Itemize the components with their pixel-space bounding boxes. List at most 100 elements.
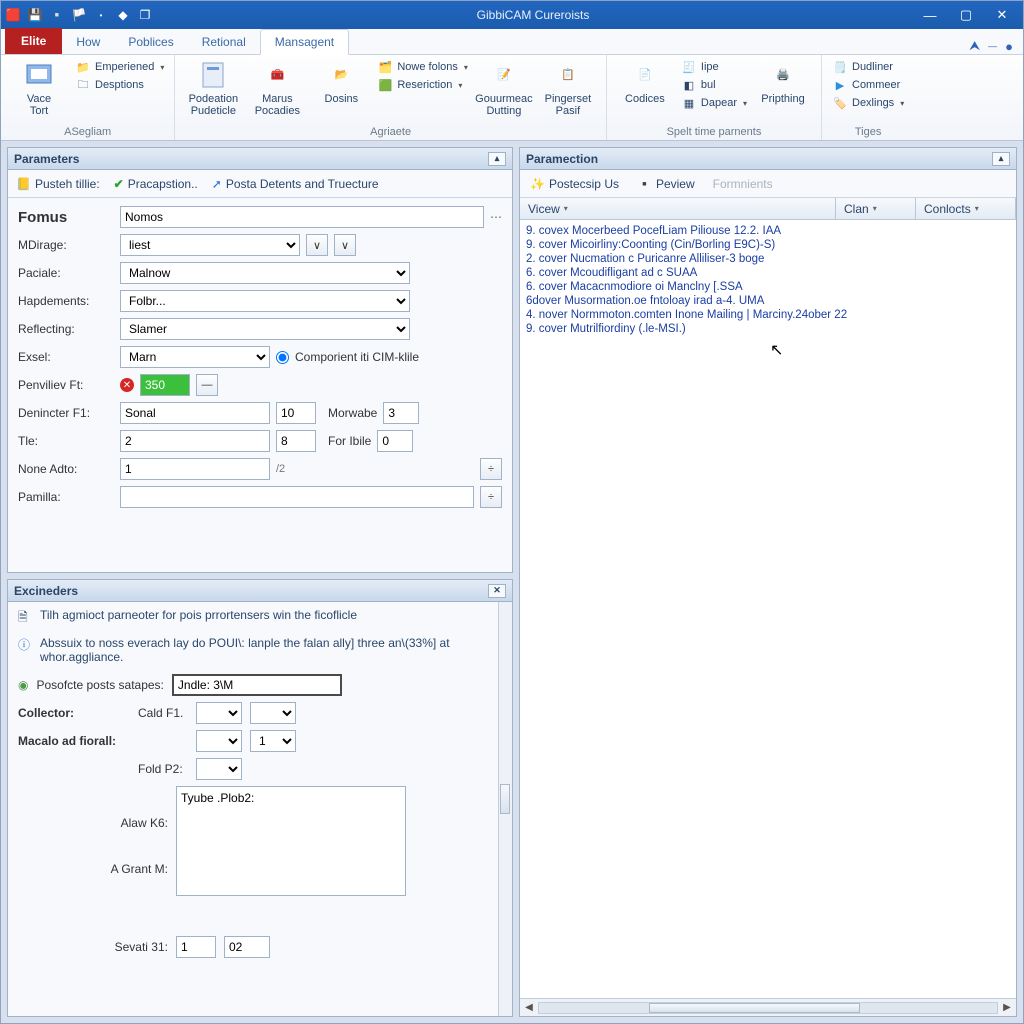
ribbon-bul-button[interactable]: ◧bul	[681, 77, 747, 93]
morwabe-input[interactable]	[383, 402, 419, 424]
excineders-scrollbar[interactable]	[498, 602, 512, 1016]
rtab-formnients[interactable]: Formnients	[713, 177, 773, 191]
paciale-select[interactable]: Malnow	[120, 262, 410, 284]
hapdements-select[interactable]: Folbr...	[120, 290, 410, 312]
list-item[interactable]: 2. cover Nucmation c Puricanre Alliliser…	[526, 252, 1010, 266]
ribbon-reseriction-button[interactable]: 🟩Reseriction	[377, 77, 468, 93]
paramtab-posta[interactable]: ➚Posta Detents and Truecture	[212, 177, 379, 191]
ribbon-vace-tort-button[interactable]: Vace Tort	[11, 59, 67, 117]
collapse-button[interactable]: ▴	[992, 152, 1010, 166]
minimize-button[interactable]: —	[913, 5, 947, 25]
sevati-input1[interactable]	[176, 936, 216, 958]
ribbon-dexlings-button[interactable]: 🏷️Dexlings	[832, 95, 904, 111]
reflecting-select[interactable]: Slamer	[120, 318, 410, 340]
rtab-postecsip[interactable]: ✨Postecsip Us	[530, 177, 619, 191]
penviliev-step[interactable]: —	[196, 374, 218, 396]
ribbon-tab-poblices[interactable]: Poblices	[114, 30, 187, 54]
alaw-textarea[interactable]: Tyube .Plob2:	[176, 786, 406, 896]
qat-dot-icon[interactable]: •	[93, 7, 109, 23]
qat-copy-icon[interactable]: ❐	[137, 7, 153, 23]
qat-save-icon[interactable]: 💾	[27, 7, 43, 23]
qat-app-icon: 🟥	[5, 7, 21, 23]
qat-gem-icon[interactable]: ◆	[115, 7, 131, 23]
fold-select[interactable]	[196, 758, 242, 780]
fomus-more-icon[interactable]: ⋯	[490, 210, 502, 224]
close-panel-button[interactable]: ✕	[488, 584, 506, 598]
preview-icon: ▪️	[637, 177, 652, 191]
scroll-thumb[interactable]	[649, 1003, 860, 1013]
ribbon-tab-retional[interactable]: Retional	[188, 30, 260, 54]
ribbon-tab-mansagent[interactable]: Mansagent	[260, 29, 349, 55]
list-item[interactable]: 4. nover Normmoton.comten Inone Mailing …	[526, 308, 1010, 322]
scroll-right-icon[interactable]: ▶	[998, 1002, 1016, 1013]
ribbon-dapear-button[interactable]: ▦Dapear	[681, 95, 747, 111]
ribbon-dosins-button[interactable]: 📂Dosins	[313, 59, 369, 105]
vace-tort-icon	[23, 59, 55, 91]
cald-select2[interactable]	[250, 702, 296, 724]
qat-flag-icon[interactable]: 🏳️	[71, 7, 87, 23]
noneadto-input[interactable]	[120, 458, 270, 480]
mdirage-select[interactable]: liest	[120, 234, 300, 256]
exsel-radio[interactable]	[276, 351, 289, 364]
horizontal-scrollbar[interactable]: ◀ ▶	[520, 998, 1016, 1016]
paramtab-pusteh[interactable]: 📒Pusteh tillie:	[16, 177, 100, 191]
list-item[interactable]: 9. cover Micoirliny:Coonting (Cin/Borlin…	[526, 238, 1010, 252]
sevati-input2[interactable]	[224, 936, 270, 958]
posofcte-input[interactable]	[172, 674, 342, 696]
ribbon-tab-how[interactable]: How	[62, 30, 114, 54]
pamilla-input[interactable]	[120, 486, 474, 508]
list-item[interactable]: 6. cover Mcoudifligant ad c SUAA	[526, 266, 1010, 280]
ribbon-min-icon[interactable]: —	[988, 41, 997, 51]
col-clan[interactable]: Clan	[836, 198, 916, 219]
ribbon-podeation-button[interactable]: PodeationPudeticle	[185, 59, 241, 117]
ribbon-nowefolons-button[interactable]: 🗂️Nowe folons	[377, 59, 468, 75]
col-conlocts[interactable]: Conlocts	[916, 198, 1016, 219]
ribbon-gouurmeac-button[interactable]: 📝GouurmeacDutting	[476, 59, 532, 117]
ribbon-pripthing-button[interactable]: 🖨️Pripthing	[755, 59, 811, 105]
tle-input1[interactable]	[120, 430, 270, 452]
scroll-left-icon[interactable]: ◀	[520, 1002, 538, 1013]
rtab-peview[interactable]: ▪️Peview	[637, 177, 695, 191]
ribbon-tab-file[interactable]: Elite	[5, 28, 62, 54]
macalo-select2[interactable]: 1	[250, 730, 296, 752]
qat-doc-icon[interactable]: ▫️	[49, 7, 65, 23]
col-vicew[interactable]: Vicew	[520, 198, 836, 219]
ribbon-dudliner-button[interactable]: 🗒️Dudliner	[832, 59, 904, 75]
ribbon-pingerset-button[interactable]: 📋PingersetPasif	[540, 59, 596, 117]
list-item[interactable]: 6. cover Macacnmodiore oi Manclny [.SSA	[526, 280, 1010, 294]
list-item[interactable]: 9. covex Mocerbeed PocefLiam Piliouse 12…	[526, 224, 1010, 238]
fomus-input[interactable]	[120, 206, 484, 228]
ribbon-user-icon[interactable]: ⮝	[969, 38, 980, 54]
fold-label: Fold P2:	[138, 762, 188, 776]
forible-input[interactable]	[377, 430, 413, 452]
denincter-input1[interactable]	[120, 402, 270, 424]
print-icon: 🖨️	[767, 59, 799, 91]
list-item[interactable]: 6dover Musormation.oe fntoloay irad a-4.…	[526, 294, 1010, 308]
note-icon: 📒	[16, 177, 31, 191]
ribbon-emperiened-button[interactable]: 📁Emperiened	[75, 59, 164, 75]
ribbon-marus-button[interactable]: 🧰MarusPocadies	[249, 59, 305, 117]
collapse-button[interactable]: ▴	[488, 152, 506, 166]
mdirage-extra2[interactable]: ∨	[334, 234, 356, 256]
noneadto-step[interactable]: ÷	[480, 458, 502, 480]
mdirage-extra1[interactable]: ∨	[306, 234, 328, 256]
exsel-checkbox-label: Comporient iti CIM-klile	[295, 350, 419, 364]
pamilla-step[interactable]: ÷	[480, 486, 502, 508]
paramtab-pracapstion[interactable]: ✔Pracapstion..	[114, 177, 198, 191]
ribbon-iipe-button[interactable]: 🧾Iipe	[681, 59, 747, 75]
tle-input2[interactable]	[276, 430, 316, 452]
maximize-button[interactable]: ▢	[949, 5, 983, 25]
list-item[interactable]: 9. cover Mutrilfiordiny (.le-MSI.)	[526, 322, 1010, 336]
ribbon-commeer-button[interactable]: ▶Commeer	[832, 77, 904, 93]
macalo-select1[interactable]	[196, 730, 242, 752]
ribbon-help-icon[interactable]: ●	[1005, 39, 1013, 54]
close-button[interactable]: ✕	[985, 5, 1019, 25]
ribbon-codices-button[interactable]: 📄Codices	[617, 59, 673, 105]
exsel-select[interactable]: Marn	[120, 346, 270, 368]
results-list[interactable]: 9. covex Mocerbeed PocefLiam Piliouse 12…	[520, 220, 1016, 998]
cald-select1[interactable]	[196, 702, 242, 724]
penviliev-input[interactable]	[140, 374, 190, 396]
ribbon-desptions-button[interactable]: 🗀Desptions	[75, 77, 164, 93]
ribbon-group-spelt: 📄Codices 🧾Iipe ◧bul ▦Dapear 🖨️Pripthing …	[607, 55, 822, 140]
denincter-input2[interactable]	[276, 402, 316, 424]
